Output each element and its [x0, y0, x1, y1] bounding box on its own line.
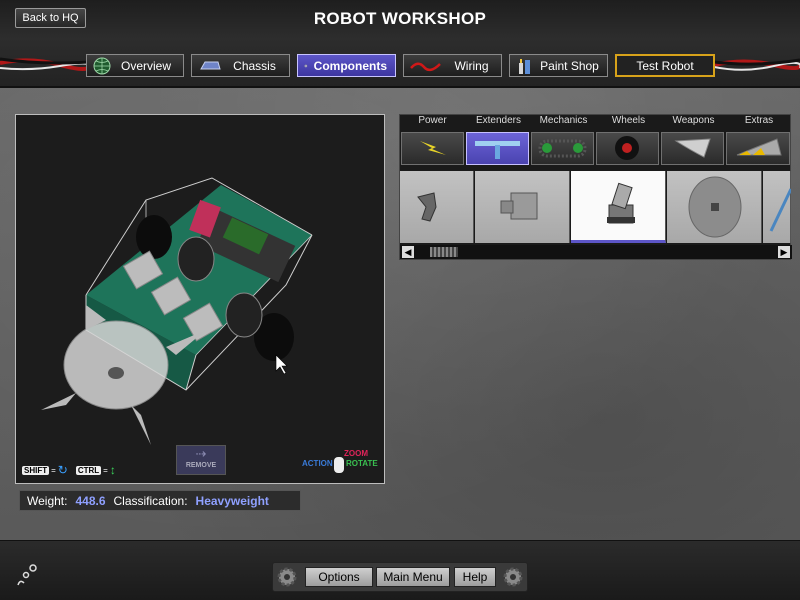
lightning-icon	[420, 141, 446, 155]
bracket-icon	[417, 192, 437, 222]
mouse-icon	[334, 457, 344, 473]
part-thumbnail-swivel-mount[interactable]	[571, 171, 666, 243]
tab-wiring[interactable]: Wiring	[403, 54, 502, 77]
classification-value: Heavyweight	[195, 493, 269, 508]
options-button[interactable]: Options	[305, 567, 373, 587]
equals-label: =	[51, 465, 56, 475]
category-extras-button[interactable]	[726, 132, 790, 165]
tab-label: Paint Shop	[540, 58, 599, 73]
robot-3d-viewport[interactable]: SHIFT = ↻ CTRL = ↕ ⇢ REMOVE ZOOM ACTION …	[15, 114, 385, 484]
disc-plate-icon	[688, 176, 742, 238]
category-label-power: Power	[418, 115, 447, 126]
extender-icon	[475, 141, 520, 159]
category-label-mechanics: Mechanics	[539, 115, 588, 126]
tab-paint-shop[interactable]: Paint Shop	[509, 54, 608, 77]
wedge-icon	[736, 138, 782, 156]
left-cable-decoration	[0, 57, 90, 71]
wire-icon	[410, 62, 441, 71]
parts-scrollbar[interactable]: ◀ ▶	[400, 245, 792, 259]
robot-stats-bar: Weight: 448.6 Classification: Heavyweigh…	[19, 490, 301, 511]
tab-label: Chassis	[233, 58, 276, 73]
remove-button[interactable]: ⇢ REMOVE	[176, 445, 226, 475]
help-button[interactable]: Help	[454, 567, 496, 587]
rotate-arrow-icon: ↻	[57, 463, 68, 477]
rod-icon	[769, 188, 793, 232]
weight-value: 448.6	[75, 493, 106, 508]
vertical-arrow-icon: ↕	[109, 463, 116, 477]
remove-label: REMOVE	[185, 462, 217, 469]
scroll-right-arrow-icon[interactable]: ▶	[778, 246, 790, 258]
category-power-button[interactable]	[401, 132, 464, 165]
page-title: ROBOT WORKSHOP	[313, 9, 487, 28]
shift-key-label: SHIFT	[22, 465, 50, 475]
swivel-mount-icon	[607, 182, 635, 224]
category-extenders-button[interactable]	[466, 132, 529, 165]
tab-label: Test Robot	[636, 58, 694, 73]
category-label-extenders: Extenders	[475, 115, 522, 126]
top-bar: Back to HQ ROBOT WORKSHOP Overview Chass…	[0, 0, 800, 88]
gear-icon	[304, 63, 308, 68]
category-label-weapons: Weapons	[672, 115, 715, 126]
robot-model	[41, 177, 313, 445]
blade-icon	[674, 138, 711, 158]
chassis-icon	[200, 61, 221, 69]
action-label: ACTION	[302, 459, 333, 468]
scroll-left-arrow-icon[interactable]: ◀	[402, 246, 414, 258]
right-cable-decoration	[714, 58, 800, 71]
category-label-wheels: Wheels	[611, 115, 646, 126]
spring-logo-icon	[17, 564, 37, 586]
block-mount-icon	[500, 192, 538, 220]
part-thumbnail-bracket[interactable]	[400, 171, 474, 243]
part-thumbnail-rod[interactable]	[763, 171, 793, 243]
wheel-icon	[615, 136, 639, 160]
weight-label: Weight:	[27, 493, 68, 508]
tab-chassis[interactable]: Chassis	[191, 54, 290, 77]
category-wheels-button[interactable]	[596, 132, 659, 165]
part-thumbnail-disc-plate[interactable]	[667, 171, 762, 243]
tab-test-robot[interactable]: Test Robot	[615, 54, 715, 77]
parts-panel: Power Extenders Mechanics Wheels Weapons…	[399, 114, 793, 260]
paint-icon	[519, 58, 530, 74]
scroll-thumb[interactable]	[430, 247, 458, 257]
tab-label: Components	[313, 58, 387, 73]
tab-label: Wiring	[454, 58, 489, 73]
camera-hint: SHIFT = ↻ CTRL = ↕	[22, 463, 116, 477]
tab-overview[interactable]: Overview	[86, 54, 184, 77]
tab-label: Overview	[120, 58, 171, 73]
ctrl-key-label: CTRL	[75, 465, 102, 475]
chain-icon	[538, 139, 587, 158]
part-thumbnail-block-mount[interactable]	[475, 171, 570, 243]
gear-icon	[277, 567, 297, 587]
equals-label: =	[103, 465, 108, 475]
mouse-hint: ZOOM ACTION ROTATE	[302, 449, 382, 479]
main-menu-button[interactable]: Main Menu	[376, 567, 450, 587]
zoom-label: ZOOM	[344, 449, 368, 458]
category-weapons-button[interactable]	[661, 132, 724, 165]
tab-components[interactable]: Components	[297, 54, 396, 77]
rotate-label: ROTATE	[346, 459, 378, 468]
category-label-extras: Extras	[744, 115, 774, 126]
category-mechanics-button[interactable]	[531, 132, 594, 165]
globe-icon	[93, 57, 111, 74]
gear-icon	[503, 567, 523, 587]
classification-label: Classification:	[113, 493, 188, 508]
remove-arrow-icon: ⇢	[195, 446, 207, 461]
